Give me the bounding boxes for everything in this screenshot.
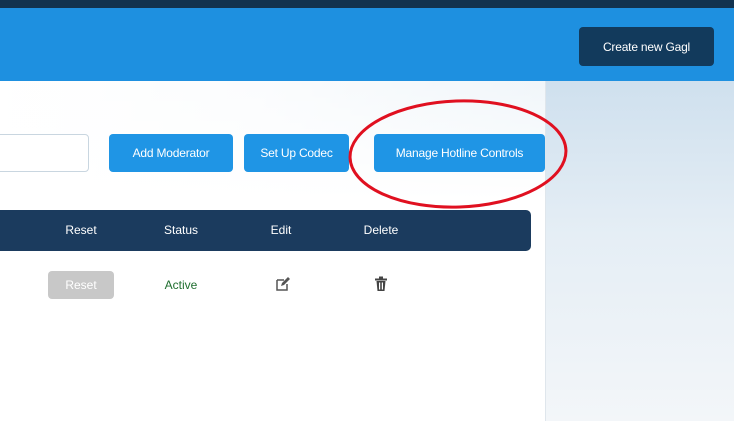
table-header: Reset Status Edit Delete [0, 210, 531, 251]
pencil-edit-icon[interactable] [275, 276, 291, 292]
search-input[interactable] [0, 134, 89, 172]
app-header: Create new Gagl [0, 8, 734, 81]
column-header-status: Status [163, 223, 199, 237]
column-header-delete: Delete [363, 223, 399, 237]
top-strip [0, 0, 734, 8]
manage-hotline-controls-button[interactable]: Manage Hotline Controls [374, 134, 545, 172]
set-up-codec-button[interactable]: Set Up Codec [244, 134, 349, 172]
add-moderator-button[interactable]: Add Moderator [109, 134, 233, 172]
status-value: Active [164, 278, 198, 292]
column-header-reset: Reset [65, 223, 97, 237]
right-column [546, 81, 734, 421]
trash-icon[interactable] [373, 276, 389, 292]
reset-button[interactable]: Reset [48, 271, 114, 299]
column-header-edit: Edit [270, 223, 292, 237]
content-panel [0, 81, 546, 421]
create-new-button[interactable]: Create new Gagl [579, 27, 714, 66]
